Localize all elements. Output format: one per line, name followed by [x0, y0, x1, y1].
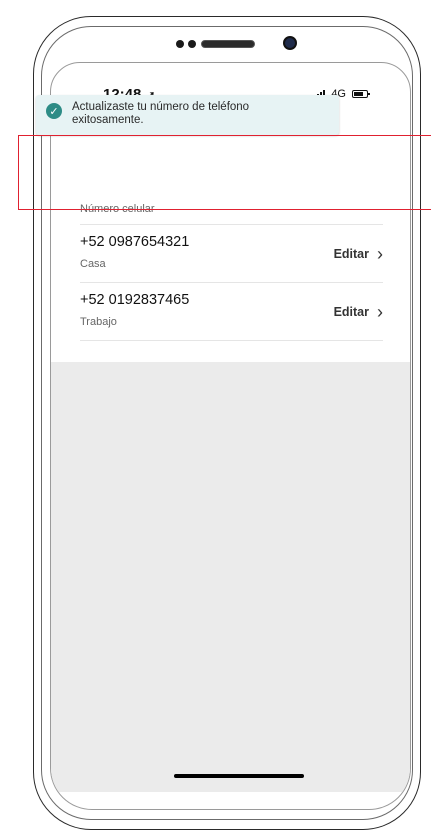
sensor-dot [176, 40, 184, 48]
list-item: +52 0987654321 Casa Editar › [80, 225, 383, 283]
empty-content-area [51, 362, 410, 792]
highlight-box [18, 135, 431, 210]
speaker-grille [201, 40, 255, 48]
check-circle-icon: ✓ [46, 103, 62, 119]
edit-label[interactable]: Editar [334, 247, 369, 261]
battery-icon [352, 90, 370, 98]
chevron-right-icon[interactable]: › [377, 245, 383, 263]
list-item: +52 0192837465 Trabajo Editar › [80, 283, 383, 341]
chevron-right-icon[interactable]: › [377, 303, 383, 321]
phone-label: Casa [80, 258, 106, 270]
sensor-dot [188, 40, 196, 48]
edit-button[interactable]: Editar › [334, 303, 383, 321]
edit-button[interactable]: Editar › [334, 245, 383, 263]
front-camera [283, 36, 297, 50]
success-toast: ✓ Actualizaste tu número de teléfono exi… [36, 95, 339, 135]
phone-label: Trabajo [80, 316, 117, 328]
edit-label[interactable]: Editar [334, 305, 369, 319]
toast-message: Actualizaste tu número de teléfono exito… [72, 101, 250, 126]
phone-number: +52 0987654321 [80, 234, 190, 250]
home-indicator[interactable] [174, 774, 304, 778]
phone-list: Número celular +52 0987654321 Casa Edita… [80, 191, 383, 341]
phone-number: +52 0192837465 [80, 292, 190, 308]
